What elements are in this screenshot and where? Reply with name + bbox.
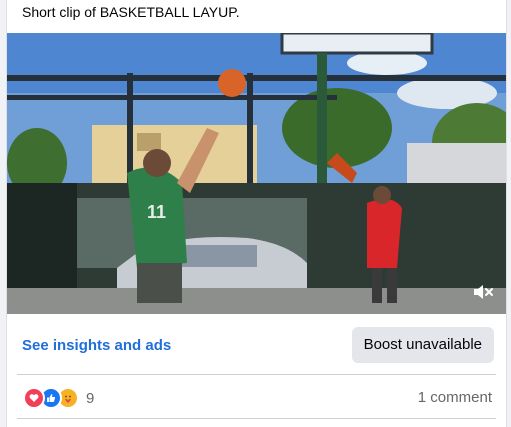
post-video[interactable]: 11 [7,33,506,314]
video-frame: 11 [7,33,506,314]
reactions-summary[interactable]: 9 [23,387,95,409]
divider [17,374,496,375]
post-stats: 9 1 comment [7,376,506,418]
boost-button[interactable]: Boost unavailable [351,327,494,363]
see-insights-link[interactable]: See insights and ads [22,337,171,354]
volume-muted-icon[interactable] [472,282,494,302]
divider [17,418,496,419]
svg-text:11: 11 [147,202,166,222]
post-caption: Short clip of BASKETBALL LAYUP. [22,4,240,20]
post-card: Short clip of BASKETBALL LAYUP. 11 See i… [6,0,507,427]
reaction-count: 9 [86,389,95,407]
comments-count-link[interactable]: 1 comment [418,389,492,406]
post-actions: See insights and ads Boost unavailable [7,314,506,374]
love-icon [23,387,45,409]
